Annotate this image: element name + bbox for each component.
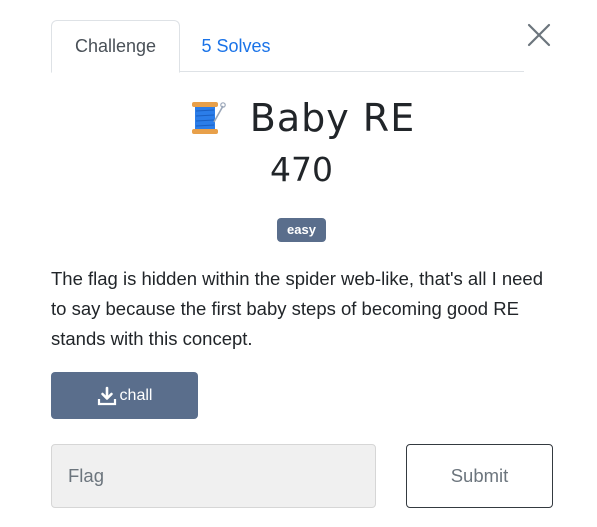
close-icon[interactable] [526, 22, 552, 48]
thread-spool-icon [188, 98, 228, 138]
challenge-points: 470 [270, 150, 333, 189]
challenge-header: Baby RE [0, 92, 597, 144]
challenge-title: Baby RE [249, 96, 416, 140]
difficulty-badge: easy [277, 218, 326, 242]
download-file-label: chall [119, 386, 153, 404]
tab-challenge[interactable]: Challenge [51, 20, 180, 73]
flag-input[interactable] [51, 444, 376, 508]
challenge-description: The flag is hidden within the spider web… [51, 268, 544, 349]
download-file-button[interactable]: chall [51, 372, 198, 419]
tab-solves[interactable]: 5 Solves [180, 20, 292, 72]
download-icon [97, 386, 116, 405]
submit-button[interactable]: Submit [406, 444, 553, 508]
challenge-tabs: Challenge 5 Solves [51, 20, 524, 73]
